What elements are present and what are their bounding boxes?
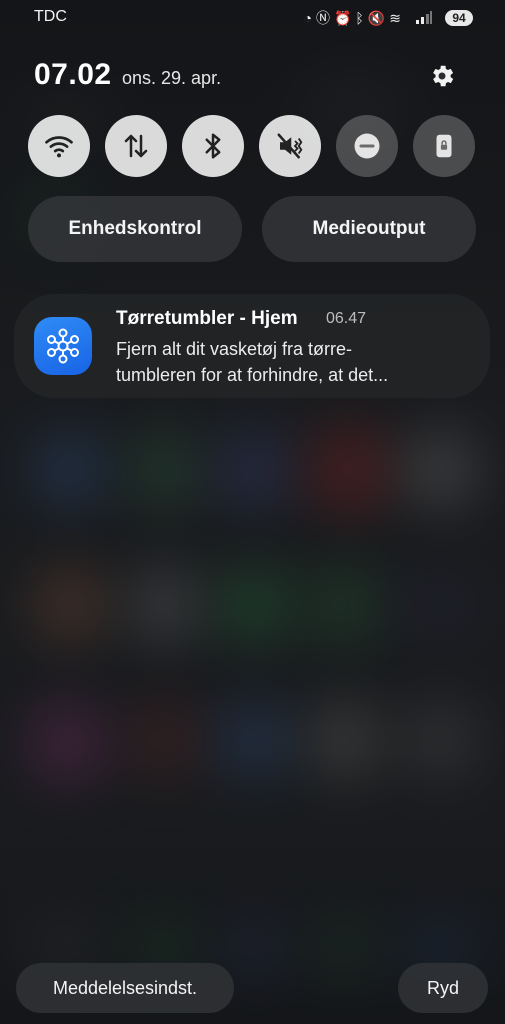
signal-icon: [416, 11, 432, 24]
device-control-button[interactable]: Enhedskontrol: [28, 196, 242, 262]
notification-title: Tørretumbler - Hjem: [116, 308, 298, 329]
clock: 07.02: [34, 58, 112, 91]
sound-mode-toggle[interactable]: [259, 115, 321, 177]
status-bar: TDC ◔Ⓝ⏰ᛒ🔇≋ 94: [0, 6, 505, 28]
data-saver-icon: ◔: [303, 10, 316, 26]
bluetooth-toggle[interactable]: [182, 115, 244, 177]
do-not-disturb-toggle[interactable]: [336, 115, 398, 177]
notification-settings-button[interactable]: Meddelelsesindst.: [16, 963, 234, 1013]
notification-time: 06.47: [326, 310, 367, 327]
notification-text: Fjern alt dit vasketøj fra tørre- tumble…: [116, 336, 456, 388]
bluetooth-icon: ᛒ: [355, 10, 368, 26]
battery-indicator: 94: [445, 10, 473, 26]
do-not-disturb-icon: [354, 133, 380, 159]
media-output-button[interactable]: Medieoutput: [262, 196, 476, 262]
mute-icon: 🔇: [367, 10, 390, 26]
wifi-icon: ≋: [389, 10, 405, 26]
mute-icon: [277, 133, 303, 159]
notification-text-line: tumbleren for at forhindre, at det...: [116, 365, 389, 385]
wifi-toggle[interactable]: [28, 115, 90, 177]
carrier-name: TDC: [34, 8, 67, 25]
mobile-data-toggle[interactable]: [105, 115, 167, 177]
status-icons: ◔Ⓝ⏰ᛒ🔇≋: [304, 8, 405, 28]
wifi-icon: [45, 136, 73, 158]
alarm-icon: ⏰: [333, 10, 356, 26]
nfc-icon: Ⓝ: [315, 10, 334, 26]
bluetooth-icon: [205, 133, 221, 159]
notification-text-line: Fjern alt dit vasketøj fra tørre-: [116, 339, 353, 359]
lock-screen-icon: [436, 134, 452, 158]
notification-card[interactable]: Tørretumbler - Hjem 06.47 Fjern alt dit …: [14, 294, 490, 398]
lock-screen-toggle[interactable]: [413, 115, 475, 177]
smartthings-icon: [34, 317, 92, 375]
date: ons. 29. apr.: [122, 68, 222, 88]
mobile-data-icon: [124, 134, 148, 158]
gear-icon[interactable]: [428, 62, 456, 90]
clear-button[interactable]: Ryd: [398, 963, 488, 1013]
